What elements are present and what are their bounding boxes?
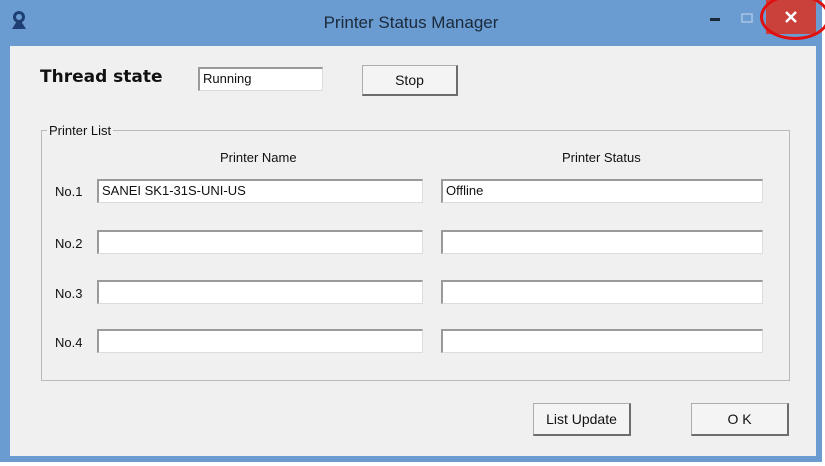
- printer-status-field-4[interactable]: [441, 329, 763, 353]
- printer-name-field-1[interactable]: SANEI SK1-31S-UNI-US: [97, 179, 423, 203]
- minimize-icon: [710, 18, 720, 21]
- minimize-button[interactable]: [700, 0, 730, 34]
- printer-status-header: Printer Status: [562, 150, 641, 165]
- printer-status-field-1[interactable]: Offline: [441, 179, 763, 203]
- list-update-button[interactable]: List Update: [533, 403, 631, 436]
- dialog-body: Thread state Running Stop Printer List P…: [10, 46, 816, 456]
- row-label-2: No.2: [55, 236, 83, 251]
- row-label-1: No.1: [55, 184, 83, 199]
- app-window: Printer Status Manager Thread state Runn…: [0, 0, 825, 462]
- stop-button[interactable]: Stop: [362, 65, 458, 96]
- ok-button[interactable]: O K: [691, 403, 789, 436]
- row-label-3: No.3: [55, 286, 83, 301]
- printer-name-field-4[interactable]: [97, 329, 423, 353]
- printer-list-title: Printer List: [47, 123, 114, 138]
- thread-state-field[interactable]: Running: [198, 67, 323, 91]
- printer-name-field-2[interactable]: [97, 230, 423, 254]
- maximize-button[interactable]: [732, 0, 762, 34]
- row-label-4: No.4: [55, 335, 83, 350]
- printer-name-field-3[interactable]: [97, 280, 423, 304]
- thread-state-label: Thread state: [40, 67, 163, 87]
- printer-status-field-3[interactable]: [441, 280, 763, 304]
- maximize-icon: [741, 13, 753, 23]
- printer-status-field-2[interactable]: [441, 230, 763, 254]
- title-bar[interactable]: Printer Status Manager: [0, 0, 825, 46]
- printer-name-header: Printer Name: [220, 150, 297, 165]
- window-title: Printer Status Manager: [323, 13, 499, 32]
